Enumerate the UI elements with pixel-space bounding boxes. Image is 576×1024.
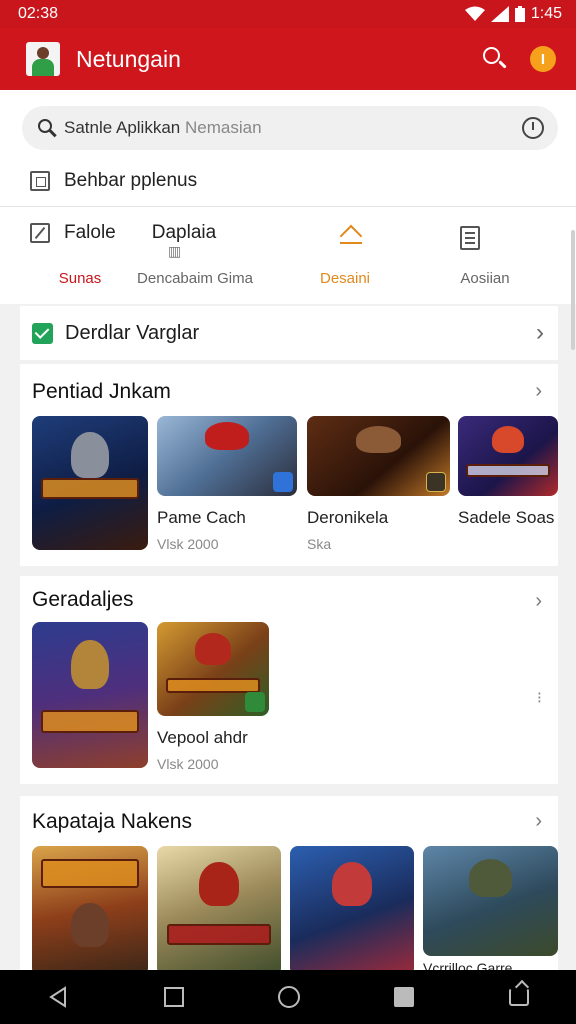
app-bar: Netungain I: [0, 28, 576, 90]
status-time: 02:38: [18, 5, 59, 22]
game-subtitle: Vlsk 2000: [157, 536, 219, 552]
rotate-icon[interactable]: [508, 988, 529, 1006]
divider: [0, 206, 576, 207]
tab-dencabaim[interactable]: Dencabaim Gima: [130, 252, 260, 304]
tab-aosiian[interactable]: Aosiian: [430, 252, 540, 304]
game-title: Deronikela: [307, 508, 389, 527]
status-bar: 02:38 1:45: [0, 0, 576, 28]
game-card[interactable]: Vcrrilloc Garre: [423, 846, 558, 970]
section-popular: Kapataja Nakens › Vcrrilloc Garre: [20, 796, 558, 970]
more-icon[interactable]: ⁝: [537, 688, 542, 708]
game-card[interactable]: Sadele Soas: [458, 416, 558, 528]
chevron-right-icon[interactable]: ›: [535, 810, 542, 833]
tab-label: Sunas: [58, 270, 102, 287]
search-icon: [36, 117, 58, 139]
search-query: Satnle Aplikkan: [64, 118, 181, 137]
tab-label: Dencabaim Gima: [137, 270, 253, 287]
back-icon[interactable]: [47, 986, 69, 1008]
document-icon: [460, 226, 480, 250]
game-thumbnail: [423, 846, 558, 956]
header-panel: Satnle Aplikkan Nemasian Behbar pplenus …: [0, 90, 576, 304]
history-icon[interactable]: [522, 117, 544, 139]
section-genre: Geradaljes › ⁝ Vepool ahdr Vlsk 2000: [20, 576, 558, 784]
game-title: Vcrrilloc Garre: [423, 960, 513, 970]
overlay-label: Daplaia: [151, 222, 217, 243]
game-title: Vepool ahdr: [157, 728, 248, 747]
coin-button[interactable]: I: [530, 46, 556, 72]
tab-bar: Sunas Dencabaim Gima Desaini Aosiian: [0, 252, 576, 304]
game-card[interactable]: Deronikela Ska: [307, 416, 450, 552]
check-row-label: Derdlar Varglar: [65, 321, 200, 344]
game-card[interactable]: [32, 622, 148, 768]
game-thumbnail: [157, 622, 269, 716]
status-clock: 1:45: [530, 5, 562, 22]
tab-label: Desaini: [319, 270, 371, 287]
search-bar[interactable]: Satnle Aplikkan Nemasian: [22, 106, 558, 150]
tab-label: Aosiian: [460, 270, 510, 287]
game-thumbnail: [307, 416, 450, 496]
signal-icon: [490, 6, 509, 22]
game-card[interactable]: [32, 846, 148, 970]
chevron-right-icon: ›: [536, 319, 544, 346]
checkbox-icon[interactable]: [32, 322, 53, 344]
section-featured: Pentiad Jnkam › Pame Cach Vlsk 2000 Dero…: [20, 364, 558, 566]
chevron-right-icon[interactable]: ›: [535, 590, 542, 613]
chevron-right-icon[interactable]: ›: [535, 380, 542, 403]
stop-icon[interactable]: [394, 987, 415, 1007]
game-thumbnail: [157, 846, 281, 970]
search-placeholder: Nemasian: [184, 118, 262, 137]
game-title: Pame Cach: [157, 508, 246, 527]
frame-icon: [30, 171, 50, 191]
edit-icon: [30, 223, 50, 243]
app-title: Netungain: [76, 45, 181, 72]
game-thumbnail: [32, 416, 148, 550]
scrollbar[interactable]: [571, 230, 575, 350]
game-subtitle: Vlsk 2000: [157, 756, 219, 772]
game-title: Sadele Soas: [458, 508, 555, 527]
search-icon[interactable]: [480, 44, 510, 74]
hat-icon: [340, 226, 362, 244]
section-title: Pentiad Jnkam: [32, 380, 171, 403]
platform-badge-icon: [273, 472, 293, 492]
header-row-1-label: Behbar pplenus: [64, 170, 198, 191]
game-thumbnail: [32, 622, 148, 768]
game-thumbnail: [157, 416, 297, 496]
coin-label: I: [540, 50, 546, 68]
home-icon[interactable]: [277, 986, 300, 1008]
status-icons: 1:45: [464, 5, 562, 23]
game-card[interactable]: Vepool ahdr Vlsk 2000: [157, 622, 269, 772]
header-row-2-label: Falole: [64, 222, 116, 243]
platform-badge-icon: [245, 692, 265, 712]
section-title: Geradaljes: [32, 588, 134, 611]
game-card[interactable]: [157, 846, 281, 970]
battery-icon: [514, 6, 525, 22]
game-card[interactable]: [290, 846, 414, 970]
game-subtitle: Ska: [307, 536, 332, 552]
header-row-2[interactable]: Falole Daplaia: [30, 222, 216, 244]
search-input[interactable]: Satnle Aplikkan Nemasian: [64, 118, 522, 138]
header-row-1[interactable]: Behbar pplenus: [30, 170, 197, 192]
avatar[interactable]: [26, 42, 60, 76]
game-thumbnail: [458, 416, 558, 496]
game-thumbnail: [32, 846, 148, 970]
section-title: Kapataja Nakens: [32, 810, 192, 833]
check-row[interactable]: Derdlar Varglar ›: [20, 306, 558, 360]
tab-desaini[interactable]: Desaini: [260, 252, 430, 304]
game-card[interactable]: [32, 416, 148, 550]
recent-apps-icon[interactable]: [163, 987, 184, 1007]
game-thumbnail: [290, 846, 414, 970]
platform-badge-icon: [426, 472, 446, 492]
wifi-icon: [464, 6, 485, 21]
navigation-bar: [0, 970, 576, 1024]
game-card[interactable]: Pame Cach Vlsk 2000: [157, 416, 297, 552]
